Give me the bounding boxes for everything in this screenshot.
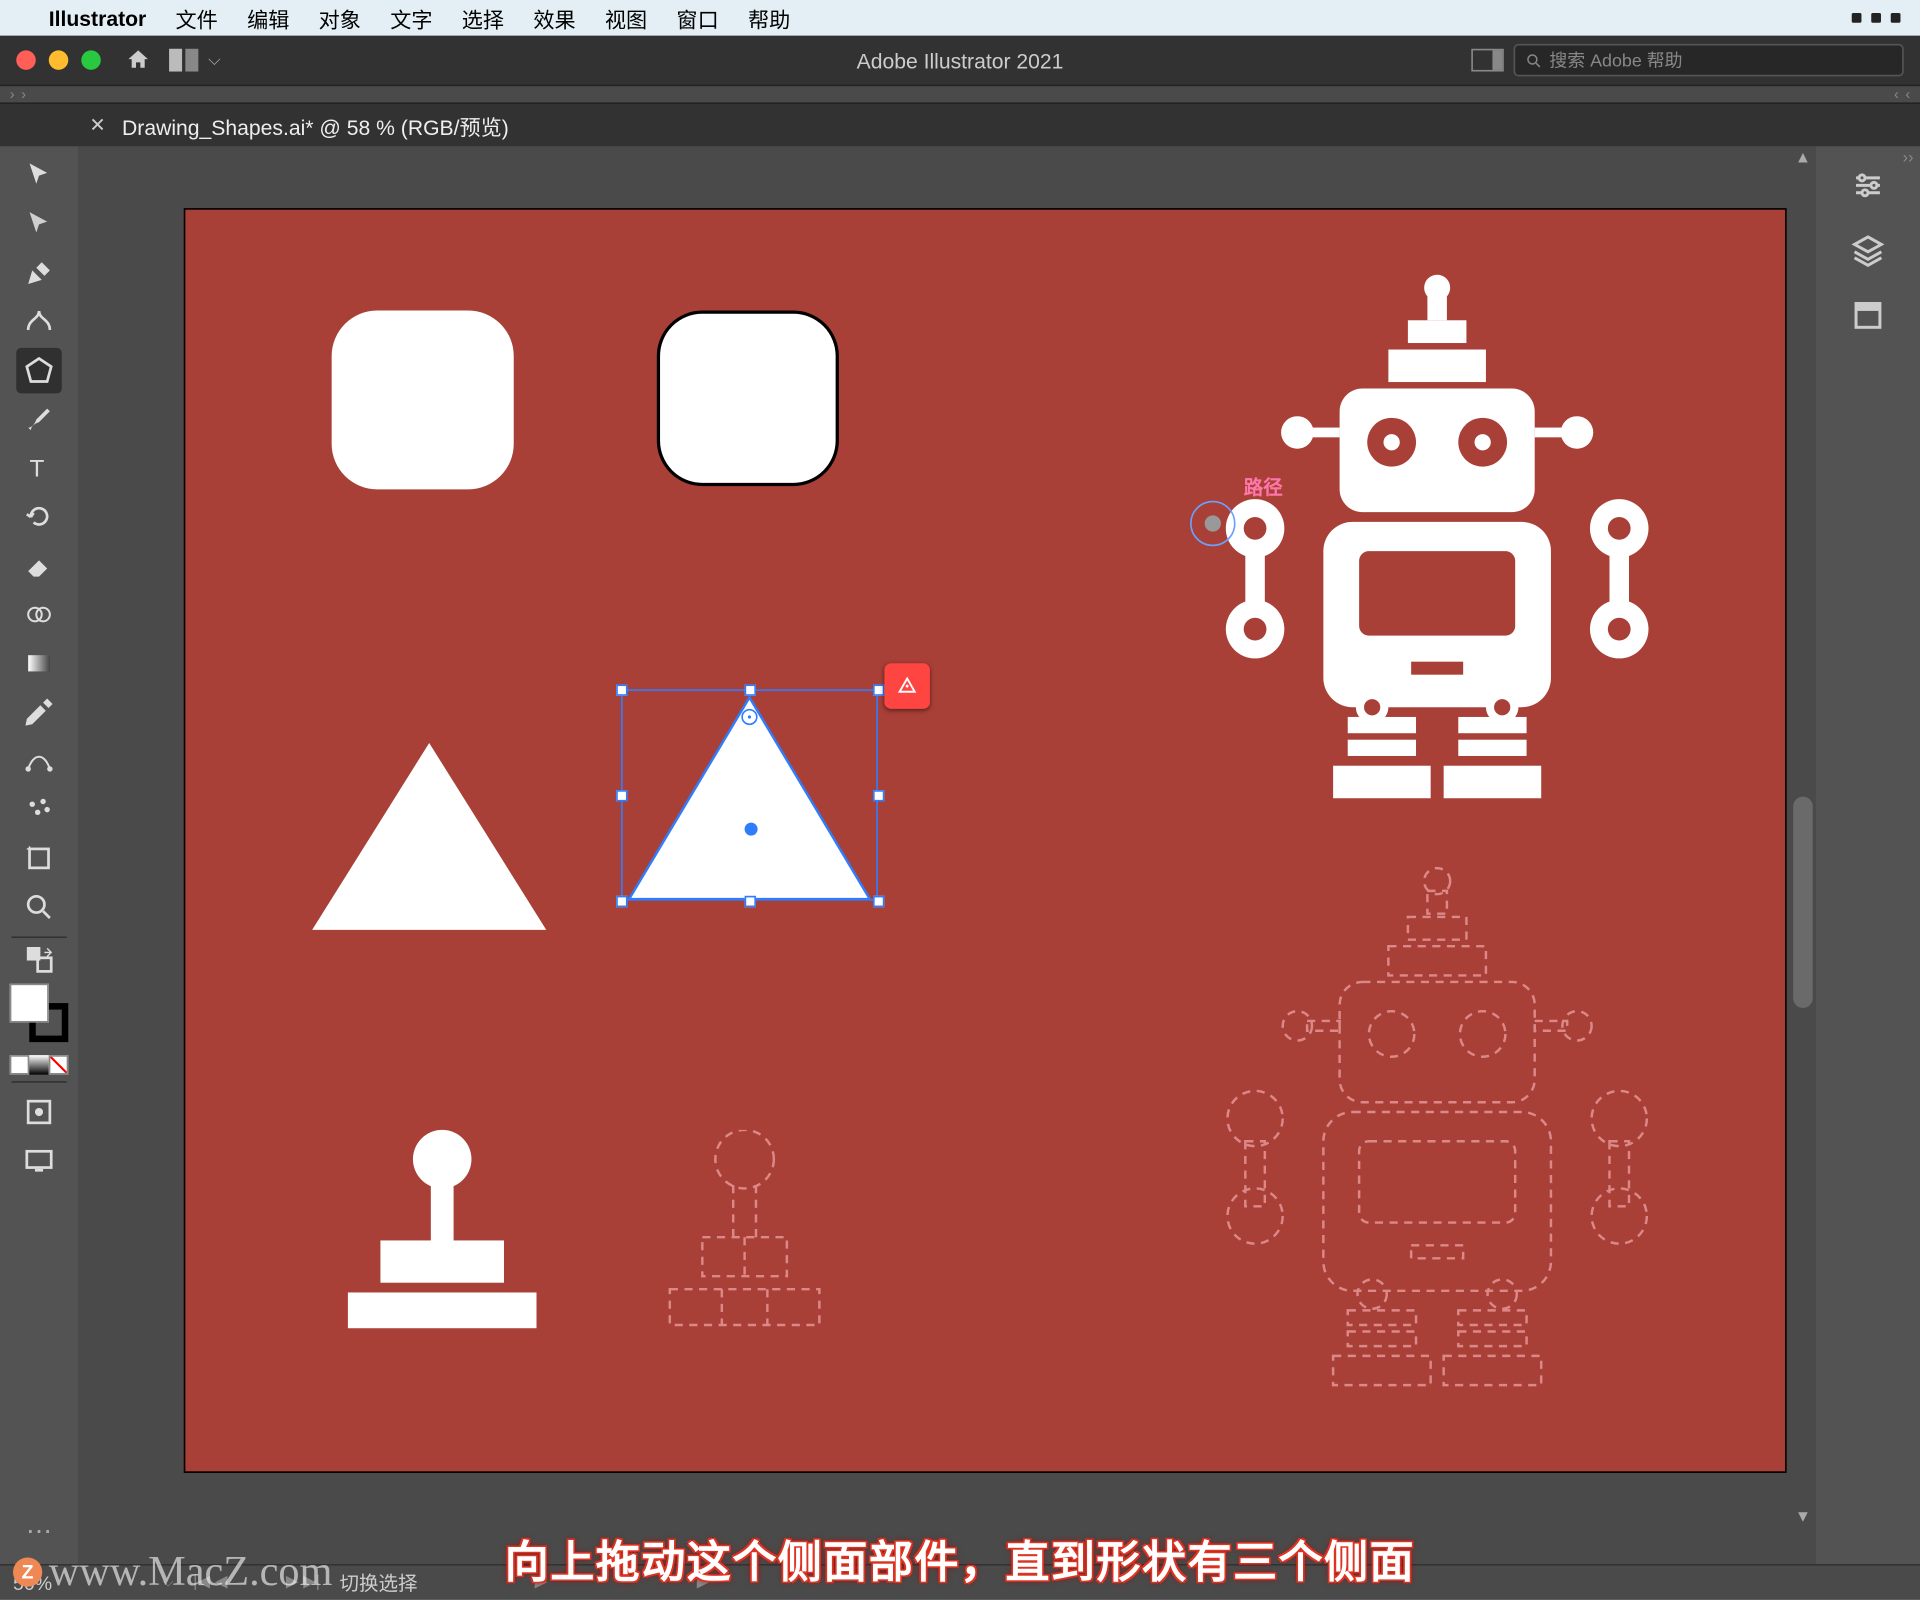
anchor-ring[interactable] — [741, 709, 757, 725]
maximize-button[interactable] — [81, 50, 101, 70]
minimize-button[interactable] — [49, 50, 69, 70]
control-bar: ›› ‹‹ — [0, 85, 1920, 105]
watermark: www.MacZ.com — [49, 1548, 333, 1597]
robot-shape[interactable] — [1128, 258, 1746, 851]
scroll-down-icon[interactable]: ▼ — [1790, 1505, 1816, 1531]
workspace-switcher[interactable] — [169, 49, 198, 72]
vertical-scrollbar[interactable]: ▲ ▼ — [1790, 146, 1816, 1531]
menu-text[interactable]: 文字 — [390, 2, 432, 33]
handle-tm[interactable] — [745, 684, 756, 695]
menu-effect[interactable]: 效果 — [533, 2, 575, 33]
libraries-icon[interactable] — [1842, 289, 1894, 341]
panel-toggle-button[interactable] — [1471, 49, 1504, 72]
sides-widget[interactable] — [884, 663, 930, 709]
artboard[interactable]: 路径 — [184, 208, 1787, 1473]
toolbox: T ⋯ — [0, 146, 78, 1564]
selection-mode[interactable]: 切换选择 — [340, 1569, 418, 1597]
blend-tool[interactable] — [16, 738, 62, 784]
gradient-tool[interactable] — [16, 641, 62, 687]
screen-mode-button[interactable] — [16, 1138, 62, 1184]
menu-file[interactable]: 文件 — [176, 2, 218, 33]
right-panel: ›› — [1816, 146, 1920, 1564]
rounded-rect-stroked[interactable] — [657, 311, 839, 487]
color-control[interactable] — [10, 984, 69, 1043]
search-icon — [1525, 51, 1543, 69]
rotate-tool[interactable] — [16, 494, 62, 540]
search-input[interactable]: 搜索 Adobe 帮助 — [1514, 44, 1904, 77]
titlebar: ⌵ Adobe Illustrator 2021 搜索 Adobe 帮助 — [0, 36, 1920, 85]
search-placeholder: 搜索 Adobe 帮助 — [1549, 47, 1682, 73]
zoom-tool[interactable] — [16, 884, 62, 930]
rounded-rect-white[interactable] — [332, 311, 514, 490]
triangle-selected[interactable] — [621, 673, 881, 933]
home-icon[interactable] — [124, 47, 153, 73]
polygon-tool[interactable] — [16, 348, 62, 394]
handle-ml[interactable] — [616, 790, 627, 801]
app-menu[interactable]: Illustrator — [49, 6, 146, 30]
triangle-white[interactable] — [312, 743, 546, 930]
path-label: 路径 — [1244, 473, 1283, 501]
draw-mode-button[interactable] — [16, 1089, 62, 1135]
joystick-outline[interactable] — [650, 1130, 894, 1366]
canvas-area[interactable]: 路径 ▲ ▼ — [78, 146, 1816, 1564]
artboard-tool[interactable] — [16, 836, 62, 882]
robot-outline[interactable] — [1112, 852, 1762, 1445]
color-modes[interactable] — [10, 1055, 69, 1075]
z-badge: Z — [13, 1557, 42, 1586]
fill-color[interactable] — [10, 984, 49, 1023]
handle-tr[interactable] — [873, 684, 884, 695]
properties-icon[interactable] — [1842, 159, 1894, 211]
document-tab[interactable]: ✕ Drawing_Shapes.ai* @ 58 % (RGB/预览) — [89, 110, 508, 141]
path-cursor-ring — [1190, 501, 1236, 547]
close-button[interactable] — [16, 50, 36, 70]
menu-view[interactable]: 视图 — [605, 2, 647, 33]
handle-bm[interactable] — [745, 896, 756, 907]
window-title: Adobe Illustrator 2021 — [857, 48, 1064, 72]
menu-window[interactable]: 窗口 — [676, 2, 718, 33]
window-controls — [16, 50, 101, 70]
layers-icon[interactable] — [1842, 224, 1894, 276]
tutorial-caption: 向上拖动这个侧面部件，直到形状有三个侧面 — [505, 1527, 1415, 1590]
handle-br[interactable] — [873, 896, 884, 907]
eraser-tool[interactable] — [16, 543, 62, 589]
handle-mr[interactable] — [873, 790, 884, 801]
document-tabs: ✕ Drawing_Shapes.ai* @ 58 % (RGB/预览) — [0, 104, 1920, 146]
scroll-thumb[interactable] — [1793, 797, 1813, 1008]
menu-object[interactable]: 对象 — [319, 2, 361, 33]
selection-tool[interactable] — [16, 153, 62, 199]
symbol-sprayer-tool[interactable] — [16, 787, 62, 833]
chevron-down-icon[interactable]: ⌵ — [208, 51, 220, 69]
brush-tool[interactable] — [16, 397, 62, 443]
fill-stroke-swap[interactable] — [16, 945, 62, 974]
menu-select[interactable]: 选择 — [462, 2, 504, 33]
menubar-right — [1852, 13, 1901, 23]
handle-tl[interactable] — [616, 684, 627, 695]
eyedropper-tool[interactable] — [16, 689, 62, 735]
app-window: ⌵ Adobe Illustrator 2021 搜索 Adobe 帮助 ›› … — [0, 36, 1920, 1600]
type-tool[interactable]: T — [16, 445, 62, 491]
shape-builder-tool[interactable] — [16, 592, 62, 638]
svg-text:T: T — [30, 455, 45, 482]
curvature-tool[interactable] — [16, 299, 62, 345]
pen-tool[interactable] — [16, 250, 62, 296]
scroll-up-icon[interactable]: ▲ — [1790, 146, 1816, 172]
handle-bl[interactable] — [616, 896, 627, 907]
center-point[interactable] — [745, 823, 758, 836]
menu-edit[interactable]: 编辑 — [247, 2, 289, 33]
tab-label: Drawing_Shapes.ai* @ 58 % (RGB/预览) — [122, 110, 509, 141]
panel-more-icon[interactable]: ›› — [1903, 150, 1914, 168]
direct-selection-tool[interactable] — [16, 202, 62, 248]
mac-menubar: Illustrator 文件 编辑 对象 文字 选择 效果 视图 窗口 帮助 — [0, 0, 1920, 36]
menu-help[interactable]: 帮助 — [748, 2, 790, 33]
close-tab-icon[interactable]: ✕ — [89, 114, 105, 137]
